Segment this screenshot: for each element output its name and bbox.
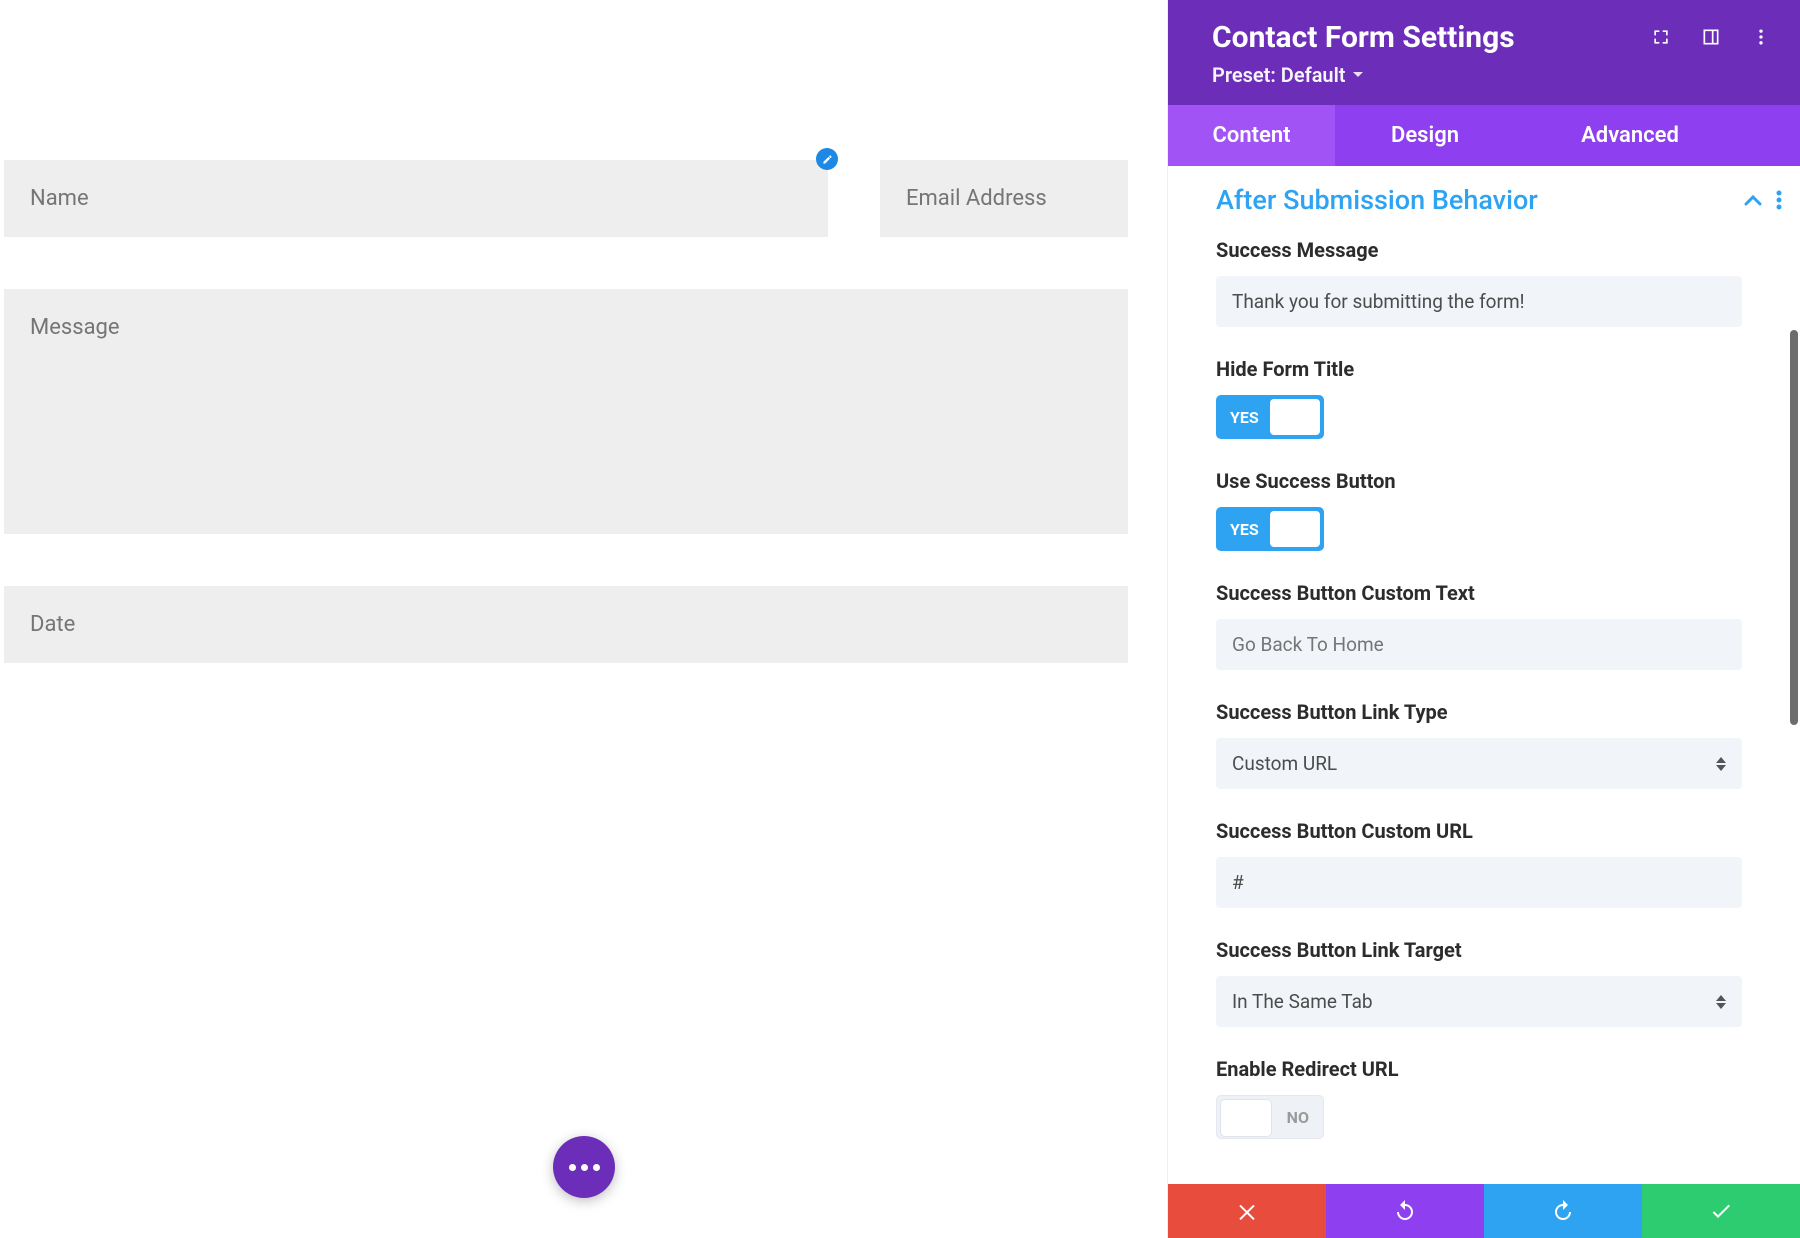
link-target-select[interactable]: In The Same Tab bbox=[1216, 976, 1742, 1027]
toggle-text: YES bbox=[1230, 520, 1259, 539]
success-message-input[interactable] bbox=[1216, 276, 1742, 327]
hide-form-title-label: Hide Form Title bbox=[1216, 357, 1782, 381]
custom-url-label: Success Button Custom URL bbox=[1216, 819, 1782, 843]
section-title: After Submission Behavior bbox=[1216, 184, 1538, 216]
custom-url-input[interactable] bbox=[1216, 857, 1742, 908]
redo-button[interactable] bbox=[1484, 1184, 1642, 1238]
email-input[interactable] bbox=[880, 160, 1128, 237]
panel-footer bbox=[1168, 1184, 1800, 1238]
link-target-value: In The Same Tab bbox=[1232, 990, 1373, 1013]
enable-redirect-label: Enable Redirect URL bbox=[1216, 1057, 1782, 1081]
select-caret-icon bbox=[1716, 757, 1726, 771]
panel-title: Contact Form Settings bbox=[1212, 20, 1515, 55]
link-type-select[interactable]: Custom URL bbox=[1216, 738, 1742, 789]
settings-panel: Contact Form Settings Preset: Default bbox=[1168, 0, 1800, 1238]
scrollbar-thumb[interactable] bbox=[1790, 330, 1798, 725]
link-type-label: Success Button Link Type bbox=[1216, 700, 1782, 724]
hide-form-title-toggle[interactable]: YES bbox=[1216, 395, 1324, 439]
use-success-button-label: Use Success Button bbox=[1216, 469, 1782, 493]
preset-dropdown[interactable]: Preset: Default bbox=[1212, 63, 1515, 87]
panel-body[interactable]: After Submission Behavior Success Messag… bbox=[1168, 166, 1800, 1238]
snap-dock-icon[interactable] bbox=[1700, 26, 1722, 48]
button-text-input[interactable] bbox=[1216, 619, 1742, 670]
tab-advanced[interactable]: Advanced bbox=[1515, 105, 1745, 166]
toggle-text: NO bbox=[1287, 1108, 1309, 1127]
link-type-value: Custom URL bbox=[1232, 752, 1337, 775]
link-target-label: Success Button Link Target bbox=[1216, 938, 1782, 962]
edit-field-icon[interactable] bbox=[816, 148, 838, 170]
date-input[interactable] bbox=[4, 586, 1128, 663]
save-button[interactable] bbox=[1642, 1184, 1800, 1238]
tab-content[interactable]: Content bbox=[1168, 105, 1335, 166]
panel-header: Contact Form Settings Preset: Default bbox=[1168, 0, 1800, 105]
preset-label: Preset: Default bbox=[1212, 63, 1346, 87]
select-caret-icon bbox=[1716, 995, 1726, 1009]
success-message-label: Success Message bbox=[1216, 238, 1782, 262]
use-success-button-toggle[interactable]: YES bbox=[1216, 507, 1324, 551]
undo-button[interactable] bbox=[1326, 1184, 1484, 1238]
expand-icon[interactable] bbox=[1650, 26, 1672, 48]
more-vert-icon[interactable] bbox=[1750, 26, 1772, 48]
tab-design[interactable]: Design bbox=[1335, 105, 1515, 166]
fab-more-button[interactable] bbox=[553, 1136, 615, 1198]
message-input[interactable] bbox=[4, 289, 1128, 534]
collapse-section-icon[interactable] bbox=[1744, 194, 1762, 206]
name-input[interactable] bbox=[4, 160, 828, 237]
section-more-icon[interactable] bbox=[1776, 190, 1782, 210]
enable-redirect-toggle[interactable]: NO bbox=[1216, 1095, 1324, 1139]
button-text-label: Success Button Custom Text bbox=[1216, 581, 1782, 605]
cancel-button[interactable] bbox=[1168, 1184, 1326, 1238]
toggle-text: YES bbox=[1230, 408, 1259, 427]
builder-canvas bbox=[0, 0, 1168, 1238]
name-field-wrap bbox=[4, 160, 828, 237]
panel-tabs: Content Design Advanced bbox=[1168, 105, 1800, 166]
